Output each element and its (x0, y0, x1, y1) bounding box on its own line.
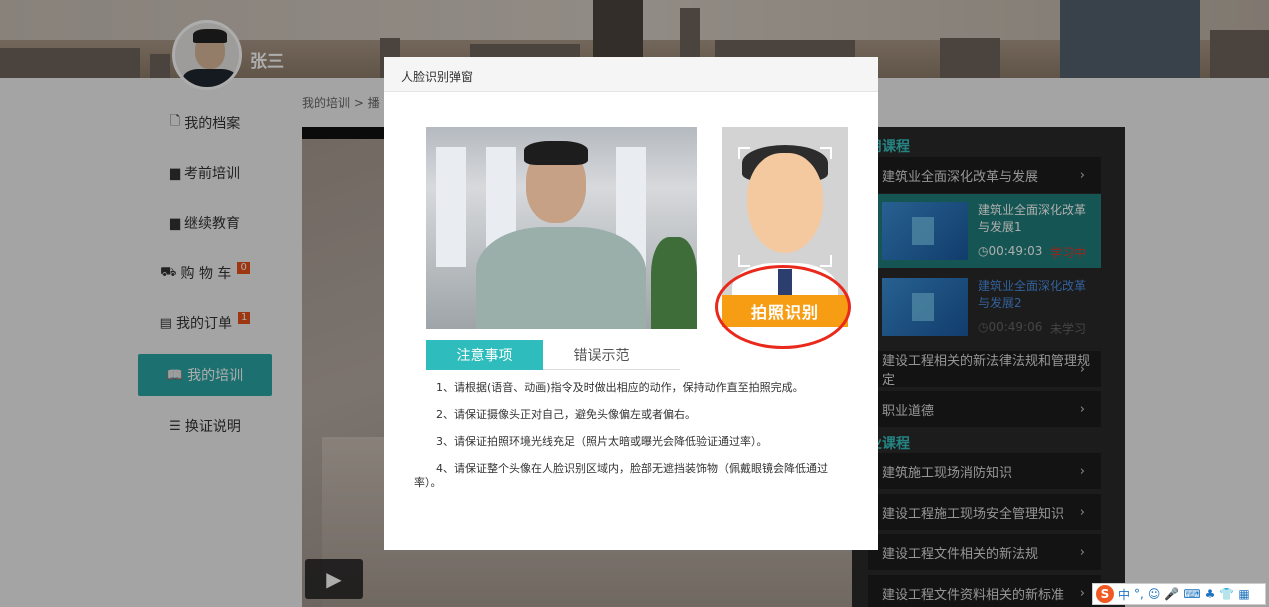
modal-title: 人脸识别弹窗 (384, 57, 878, 92)
toolbox-icon[interactable]: ♣ (1205, 587, 1216, 601)
ime-punctuation[interactable]: °, (1134, 587, 1144, 601)
note-item: 1、请根据(语音、动画)指令及时做出相应的动作，保持动作直至拍照完成。 (436, 381, 804, 394)
face-recognition-modal: 人脸识别弹窗 拍照识别 注意事项 错误示范 1、请根据(语音、动画)指令及时做出… (384, 57, 878, 550)
ime-mode[interactable]: 中 (1118, 586, 1130, 603)
sogou-icon: S (1096, 585, 1114, 603)
note-item: 2、请保证摄像头正对自己，避免头像偏左或者偏右。 (436, 408, 696, 421)
capture-button[interactable]: 拍照识别 (722, 295, 848, 327)
microphone-icon[interactable]: 🎤 (1164, 587, 1179, 601)
modal-tabs: 注意事项 错误示范 (426, 340, 680, 370)
tab-notes[interactable]: 注意事项 (426, 340, 543, 370)
note-item: 4、请保证整个头像在人脸识别区域内，脸部无遮挡装饰物（佩戴眼镜会降低通过率）。 (414, 462, 828, 489)
notes-list: 1、请根据(语音、动画)指令及时做出相应的动作，保持动作直至拍照完成。 2、请保… (414, 381, 844, 503)
tab-wrong-examples[interactable]: 错误示范 (543, 340, 660, 370)
note-item: 3、请保证拍照环境光线充足（照片太暗或曝光会降低验证通过率）。 (436, 435, 768, 448)
camera-preview (426, 127, 697, 329)
ime-toolbar[interactable]: S 中 °, ☺ 🎤 ⌨ ♣ 👕 ▦ (1092, 583, 1266, 605)
keyboard-icon[interactable]: ⌨ (1183, 587, 1200, 601)
grid-icon[interactable]: ▦ (1238, 587, 1249, 601)
skin-icon[interactable]: 👕 (1219, 587, 1234, 601)
emoji-icon[interactable]: ☺ (1148, 587, 1161, 601)
